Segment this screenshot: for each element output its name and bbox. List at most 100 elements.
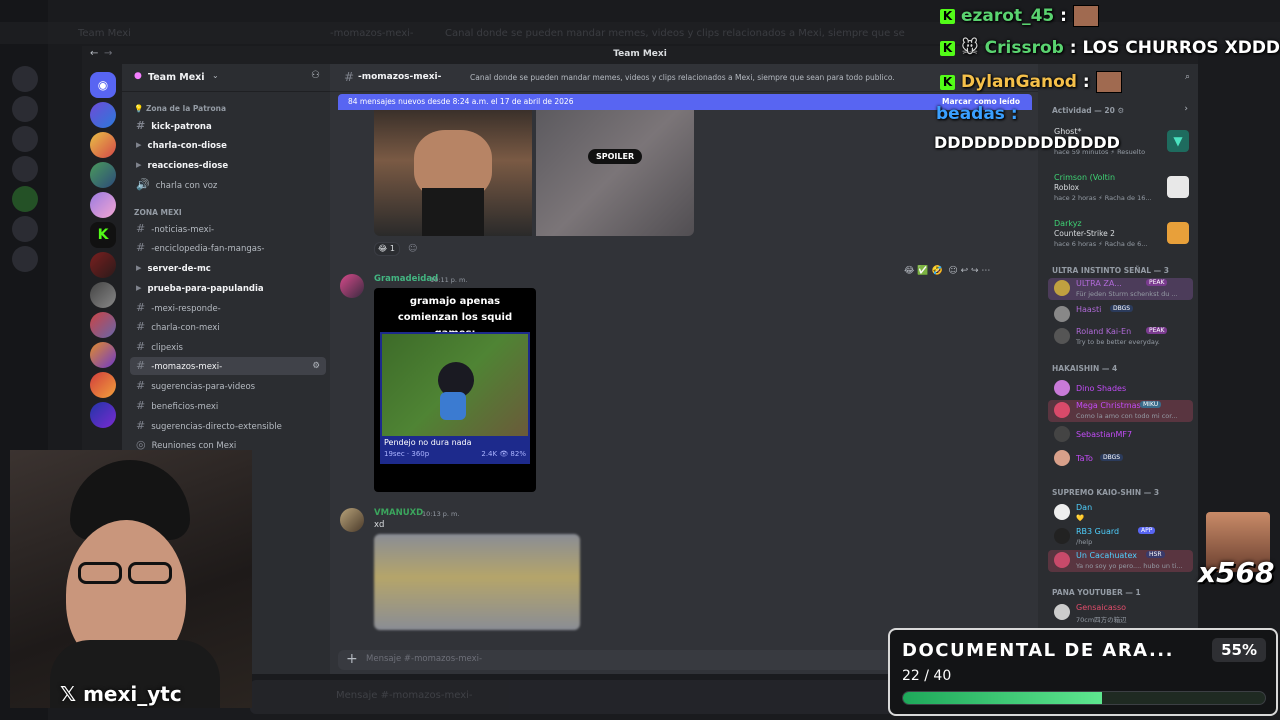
- plus-icon[interactable]: +: [346, 651, 358, 667]
- message-timestamp: 10:13 p. m.: [422, 510, 460, 518]
- new-messages-banner[interactable]: 84 mensajes nuevos desde 8:24 a.m. el 17…: [338, 94, 1032, 110]
- server-header[interactable]: ● Team Mexi ⌄ ⚇: [122, 64, 330, 92]
- category-header[interactable]: ZONA MEXI: [134, 208, 182, 217]
- webcam-feed: 𝕏 mexi_ytc: [10, 450, 252, 708]
- channel-item[interactable]: ▸ reacciones-diose: [130, 156, 326, 174]
- channel-item[interactable]: # -mexi-responde-: [130, 299, 326, 317]
- activity-user: Darkyz: [1054, 219, 1082, 228]
- activity-game: Counter-Strike 2: [1054, 229, 1115, 238]
- spoiler-image[interactable]: SPOILER: [536, 110, 694, 236]
- reaction-pill[interactable]: 😂 1: [374, 242, 400, 256]
- server-icon[interactable]: [90, 282, 116, 308]
- member-row[interactable]: Mega Christmas Como la amo con todo mi co…: [1048, 400, 1193, 422]
- message-author[interactable]: Gramadeidad: [374, 274, 438, 284]
- channel-item[interactable]: # kick-patrona: [130, 117, 326, 135]
- member-row[interactable]: Dan 💛: [1048, 502, 1193, 524]
- goal-progress-fill: [903, 692, 1103, 704]
- server-icon[interactable]: [90, 342, 116, 368]
- member-list: ⌕ Actividad — 20 ⚙ › Ghost* hace 59 minu…: [1038, 64, 1198, 674]
- server-boost-icon: ●: [134, 71, 142, 81]
- member-row[interactable]: Gensaicasso 70cm四方の箱辺: [1048, 602, 1193, 624]
- member-row[interactable]: SebastianMF7: [1048, 424, 1193, 446]
- emote-combo-count: x568: [1198, 556, 1275, 589]
- emote-icon: [1095, 71, 1122, 93]
- avatar[interactable]: [340, 508, 364, 532]
- server-icon[interactable]: [90, 372, 116, 398]
- chat-username: ezarot_45: [961, 6, 1055, 26]
- video-thumbnail: [382, 334, 528, 436]
- member-badge: HSR: [1146, 551, 1165, 558]
- server-icon[interactable]: [90, 102, 116, 128]
- avatar[interactable]: [340, 274, 364, 298]
- channel-item[interactable]: # sugerencias-directo-extensible: [130, 417, 326, 435]
- message-timestamp: 10:11 p. m.: [430, 276, 468, 284]
- app-badge: APP: [1138, 527, 1156, 534]
- server-icon[interactable]: [90, 312, 116, 338]
- background-server-icon: [12, 216, 38, 242]
- category-header[interactable]: 💡 Zona de la Patrona: [134, 104, 226, 113]
- settings-gear-icon[interactable]: ⚙: [312, 357, 320, 375]
- avatar: [1054, 380, 1070, 396]
- channel-item[interactable]: # -enciclopedia-fan-mangas-: [130, 239, 326, 257]
- search-icon[interactable]: ⌕: [1185, 72, 1190, 82]
- background-server-icon: [12, 156, 38, 182]
- composer-placeholder[interactable]: Mensaje #-momazos-mexi-: [366, 654, 482, 664]
- meme-image-muscle[interactable]: [374, 110, 532, 236]
- activity-meta: hace 6 horas ⚡ Racha de 6...: [1054, 240, 1148, 248]
- channel-item[interactable]: ▸ prueba-para-papulandia: [130, 279, 326, 297]
- avatar: [1054, 280, 1070, 296]
- message-actions-toolbar[interactable]: 😂 ✅ 🤣 ☺ ↩ ↪ ⋯: [904, 266, 1024, 280]
- channel-title: -momazos-mexi-: [358, 72, 442, 82]
- avatar: [1054, 604, 1070, 620]
- kick-logo-icon: K: [940, 8, 955, 24]
- blurred-image-attachment[interactable]: [374, 534, 580, 630]
- channel-topic[interactable]: Canal donde se pueden mandar memes, vide…: [470, 73, 895, 82]
- roblox-icon: [1167, 176, 1189, 198]
- server-icon[interactable]: [90, 192, 116, 218]
- activity-card[interactable]: Crimson (Voltin Roblox hace 2 horas ⚡ Ra…: [1048, 172, 1193, 206]
- member-badge: DBGS: [1110, 305, 1134, 312]
- channel-item[interactable]: # clipexis: [130, 338, 326, 356]
- member-row[interactable]: RB3 Guard/help APP: [1048, 526, 1193, 548]
- member-row[interactable]: Un Cacahuatex Ya no soy yo pero.... hubo …: [1048, 550, 1193, 572]
- chevron-right-icon[interactable]: ›: [1184, 104, 1188, 114]
- voice-channel-item[interactable]: 🔊 charla con voz: [130, 176, 326, 194]
- meme-video-embed[interactable]: gramajo apenas comienzan los squid games…: [374, 288, 536, 492]
- member-row[interactable]: Haasti DBGS: [1048, 304, 1193, 326]
- add-reaction-icon[interactable]: ☺: [408, 244, 417, 254]
- channel-item[interactable]: ▸ server-de-mc: [130, 259, 326, 277]
- role-header: HAKAISHIN — 4: [1052, 364, 1118, 373]
- member-row[interactable]: TaTo DBGS: [1048, 448, 1193, 470]
- emote-icon: [1072, 5, 1099, 27]
- channel-item-active[interactable]: # -momazos-mexi- ⚙: [130, 357, 326, 375]
- member-badge: PEAK: [1146, 327, 1168, 334]
- channel-item[interactable]: ▸ charla-con-diose: [130, 136, 326, 154]
- hash-icon: #: [136, 241, 146, 254]
- activity-card[interactable]: Darkyz Counter-Strike 2 hace 6 horas ⚡ R…: [1048, 218, 1193, 252]
- member-row[interactable]: Dino Shades: [1048, 378, 1193, 400]
- server-icon[interactable]: [90, 132, 116, 158]
- forum-icon: ▸: [136, 281, 142, 294]
- discord-home-icon[interactable]: ◉: [90, 72, 116, 98]
- server-icon[interactable]: [90, 162, 116, 188]
- chat-username: DylanGanod: [961, 72, 1077, 92]
- server-icon[interactable]: [90, 252, 116, 278]
- member-row[interactable]: Roland Kai-En Try to be better everyday. P…: [1048, 326, 1193, 348]
- background-channel: -momazos-mexi-: [330, 28, 414, 39]
- channel-item[interactable]: # sugerencias-para-videos: [130, 377, 326, 395]
- hash-icon: #: [136, 379, 146, 392]
- avatar: [1054, 552, 1070, 568]
- add-member-icon[interactable]: ⚇: [311, 70, 320, 81]
- goal-title: DOCUMENTAL DE ARA...: [902, 640, 1174, 661]
- message-text: xd: [374, 520, 385, 530]
- channel-item[interactable]: # charla-con-mexi: [130, 318, 326, 336]
- chat-message: K DylanGanod :: [940, 71, 1122, 93]
- member-row[interactable]: ULTRA ZA... Für jeden Sturm schenkst du .…: [1048, 278, 1193, 300]
- channel-item[interactable]: # -noticias-mexi-: [130, 220, 326, 238]
- role-header: ULTRA INSTINTO SEÑAL — 3: [1052, 266, 1170, 275]
- server-icon[interactable]: [90, 402, 116, 428]
- channel-item[interactable]: # beneficios-mexi: [130, 397, 326, 415]
- message-author[interactable]: VMANUXD: [374, 508, 423, 518]
- activity-header[interactable]: Actividad — 20 ⚙: [1052, 106, 1124, 115]
- kick-server-icon[interactable]: K: [90, 222, 116, 248]
